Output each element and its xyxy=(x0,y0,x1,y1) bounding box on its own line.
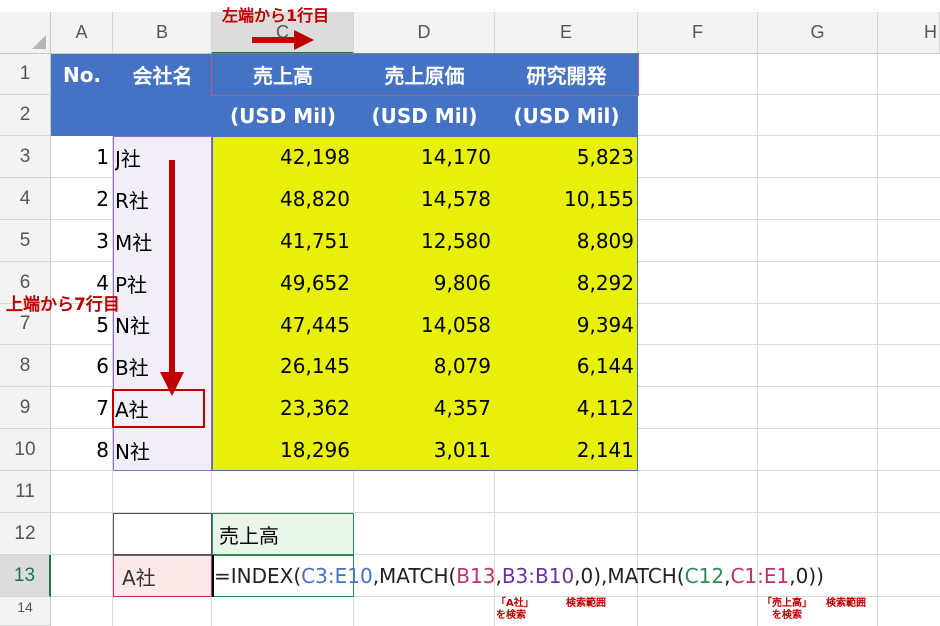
arrow-right-icon xyxy=(252,30,314,50)
annotation-search-sales-line1: 「売上高」 xyxy=(762,598,812,609)
cell-e9[interactable]: 4,112 xyxy=(495,387,638,429)
cell-a10[interactable]: 8 xyxy=(51,429,113,471)
cell-c8[interactable]: 26,145 xyxy=(212,345,354,387)
cell-d6[interactable]: 9,806 xyxy=(354,262,495,304)
annotation-search-a-line1: 「A社」 xyxy=(496,598,534,609)
ref-b13: B13 xyxy=(456,564,496,588)
ref-c1-e1: C1:E1 xyxy=(730,564,790,588)
row-header-4[interactable]: 4 xyxy=(0,178,51,220)
cell-c3[interactable]: 42,198 xyxy=(212,136,354,178)
cell-e7[interactable]: 9,394 xyxy=(495,304,638,345)
col-header-b[interactable]: B xyxy=(113,12,212,54)
header-rnd[interactable]: 研究開発 xyxy=(495,54,638,95)
formula-text[interactable]: =INDEX(C3:E10 ,MATCH(B13, B3:B10,0),MATCH(… xyxy=(214,556,824,596)
col-header-a[interactable]: A xyxy=(51,12,113,54)
header-blank-b2[interactable] xyxy=(113,95,212,136)
ref-c12: C12 xyxy=(684,564,725,588)
col-header-h[interactable]: H xyxy=(878,12,940,54)
header-no[interactable]: No. xyxy=(51,54,113,95)
row-header-13[interactable]: 13 xyxy=(0,555,51,597)
annotation-range-1: 検索範囲 xyxy=(566,598,606,609)
unit-rnd[interactable]: (USD Mil) xyxy=(495,95,638,136)
cell-e8[interactable]: 6,144 xyxy=(495,345,638,387)
annotation-left-end: 左端から1行目 xyxy=(222,6,330,25)
cell-e6[interactable]: 8,292 xyxy=(495,262,638,304)
formula-part: ,0),MATCH( xyxy=(574,564,685,588)
cell-c5[interactable]: 41,751 xyxy=(212,220,354,262)
ref-b3-b10: B3:B10 xyxy=(501,564,575,588)
cell-c9[interactable]: 23,362 xyxy=(212,387,354,429)
row-header-9[interactable]: 9 xyxy=(0,387,51,429)
cell-b10[interactable]: N社 xyxy=(115,429,212,471)
row-header-10[interactable]: 10 xyxy=(0,429,51,471)
annotation-search-sales: 「売上高」 を検索 xyxy=(762,598,812,622)
cell-a4[interactable]: 2 xyxy=(51,178,113,220)
annotation-search-a-line2: を検索 xyxy=(496,610,526,621)
cell-d5[interactable]: 12,580 xyxy=(354,220,495,262)
annotation-range-2: 検索範囲 xyxy=(826,598,866,609)
header-blank-a2[interactable] xyxy=(51,95,113,136)
formula-part: ,0)) xyxy=(789,564,824,588)
header-company[interactable]: 会社名 xyxy=(113,54,212,95)
row-header-5[interactable]: 5 xyxy=(0,220,51,262)
arrow-down-icon xyxy=(160,160,184,396)
cell-c7[interactable]: 47,445 xyxy=(212,304,354,345)
annotation-search-a: 「A社」 を検索 xyxy=(496,598,534,622)
cell-d10[interactable]: 3,011 xyxy=(354,429,495,471)
row-header-12[interactable]: 12 xyxy=(0,513,51,555)
cell-c12[interactable]: 売上高 xyxy=(212,513,354,555)
cell-a8[interactable]: 6 xyxy=(51,345,113,387)
cell-e5[interactable]: 8,809 xyxy=(495,220,638,262)
row-header-11[interactable]: 11 xyxy=(0,471,51,513)
cell-d9[interactable]: 4,357 xyxy=(354,387,495,429)
cell-c6[interactable]: 49,652 xyxy=(212,262,354,304)
spreadsheet: A B C D E F G H 1 2 3 4 5 6 7 8 9 10 11 … xyxy=(0,0,940,626)
formula-part: ,MATCH( xyxy=(372,564,457,588)
row-header-14[interactable]: 14 xyxy=(0,597,51,626)
cell-b12[interactable] xyxy=(113,513,212,555)
col-header-e[interactable]: E xyxy=(495,12,638,54)
cell-b13[interactable]: A社 xyxy=(113,555,212,597)
cell-c4[interactable]: 48,820 xyxy=(212,178,354,220)
row-header-2[interactable]: 2 xyxy=(0,95,51,136)
unit-cogs[interactable]: (USD Mil) xyxy=(354,95,495,136)
col-header-f[interactable]: F xyxy=(638,12,758,54)
cell-d8[interactable]: 8,079 xyxy=(354,345,495,387)
cell-d4[interactable]: 14,578 xyxy=(354,178,495,220)
cell-d3[interactable]: 14,170 xyxy=(354,136,495,178)
unit-sales[interactable]: (USD Mil) xyxy=(212,95,354,136)
col-header-d[interactable]: D xyxy=(354,12,495,54)
cell-e3[interactable]: 5,823 xyxy=(495,136,638,178)
annotation-top-end: 上端から7行目 xyxy=(6,295,120,315)
ref-c3-e10: C3:E10 xyxy=(301,564,373,588)
col-header-g[interactable]: G xyxy=(758,12,878,54)
row-header-8[interactable]: 8 xyxy=(0,345,51,387)
select-all-corner[interactable] xyxy=(0,12,51,54)
annotation-search-sales-line2: を検索 xyxy=(772,610,802,621)
cell-c10[interactable]: 18,296 xyxy=(212,429,354,471)
row-header-3[interactable]: 3 xyxy=(0,136,51,178)
cell-e10[interactable]: 2,141 xyxy=(495,429,638,471)
formula-part: =INDEX( xyxy=(214,564,302,588)
header-cogs[interactable]: 売上原価 xyxy=(354,54,495,95)
cell-a3[interactable]: 1 xyxy=(51,136,113,178)
cell-a5[interactable]: 3 xyxy=(51,220,113,262)
cell-d7[interactable]: 14,058 xyxy=(354,304,495,345)
header-sales[interactable]: 売上高 xyxy=(212,54,354,95)
row-header-1[interactable]: 1 xyxy=(0,54,51,95)
cell-a9[interactable]: 7 xyxy=(51,387,113,429)
cell-e4[interactable]: 10,155 xyxy=(495,178,638,220)
